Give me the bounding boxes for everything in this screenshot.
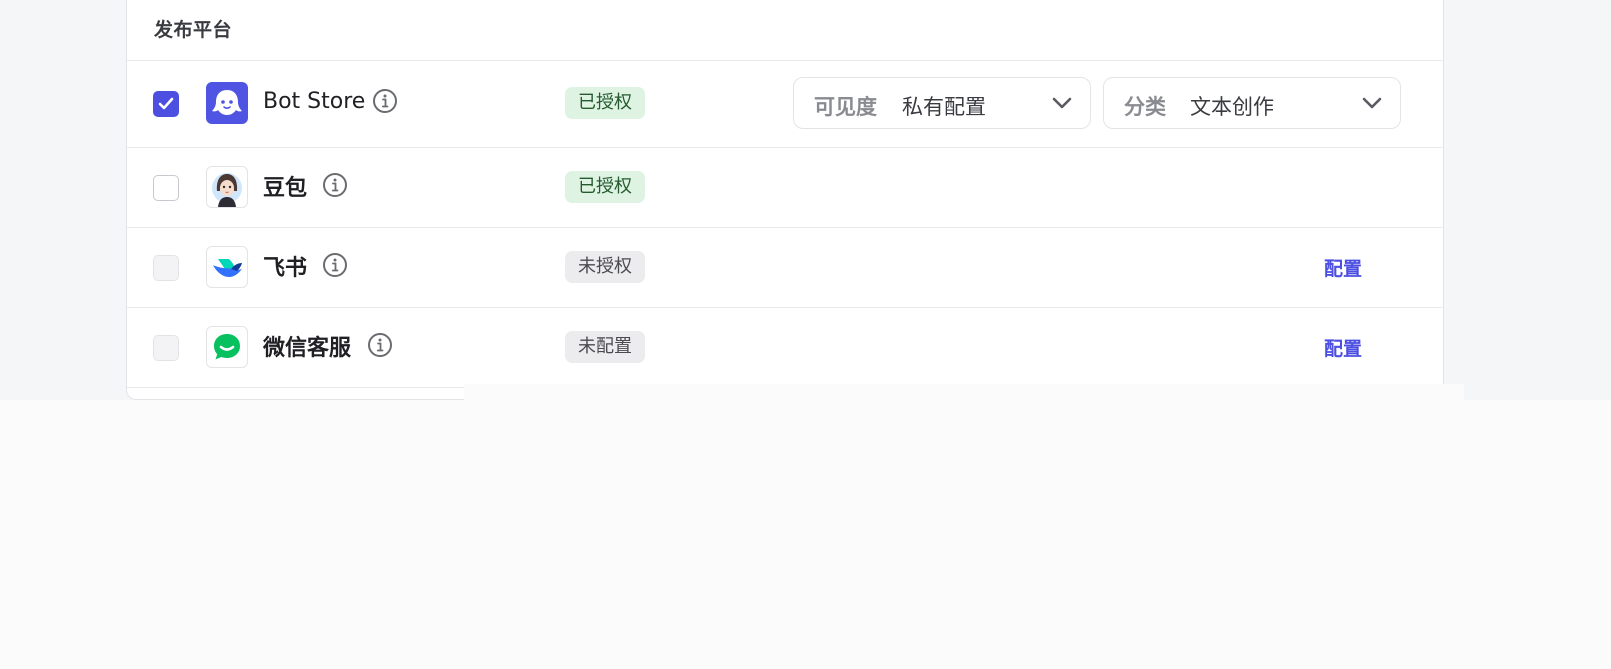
category-label: 分类: [1124, 95, 1166, 119]
platform-name: Bot Store: [263, 89, 366, 114]
status-badge: 已授权: [565, 171, 645, 203]
configure-link[interactable]: 配置: [1324, 254, 1362, 281]
doubao-checkbox[interactable]: [153, 175, 179, 201]
platform-row-feishu: 飞书 未授权 配置: [127, 227, 1443, 307]
platform-row-doubao: 豆包 已授权: [127, 147, 1443, 227]
status-badge: 已授权: [565, 87, 645, 119]
section-title: 发布平台: [154, 19, 233, 41]
wechat-kf-checkbox: [153, 335, 179, 361]
bot-store-checkbox[interactable]: [153, 91, 179, 117]
info-circle-icon[interactable]: [322, 172, 348, 198]
visibility-value: 私有配置: [902, 95, 986, 119]
check-icon: [158, 97, 174, 110]
platform-name: 豆包: [263, 176, 308, 201]
platform-row-bot-store: Bot Store 已授权 可见度 私有配置 分类 文本创作: [127, 60, 1443, 147]
platform-row-wechat-kf: 微信客服 未配置 配置: [127, 307, 1443, 387]
platform-name: 微信客服: [263, 336, 352, 361]
page-lower-area: [0, 400, 1611, 669]
chevron-down-icon: [1052, 97, 1072, 109]
info-circle-icon[interactable]: [372, 88, 398, 114]
status-badge: 未授权: [565, 251, 645, 283]
info-circle-icon[interactable]: [367, 332, 393, 358]
publish-platform-card: 发布平台 Bot Store 已授权 可见度 私有配置 分类 文本创作 豆包 已…: [126, 0, 1444, 400]
configure-link[interactable]: 配置: [1324, 334, 1362, 361]
info-circle-icon[interactable]: [322, 252, 348, 278]
page-lower-area-overlap: [464, 384, 1464, 414]
category-value: 文本创作: [1190, 95, 1274, 119]
doubao-avatar-icon: [206, 166, 248, 208]
chevron-down-icon: [1362, 97, 1382, 109]
category-select[interactable]: 分类 文本创作: [1103, 77, 1401, 129]
feishu-checkbox: [153, 255, 179, 281]
platform-name: 飞书: [263, 256, 308, 281]
visibility-select[interactable]: 可见度 私有配置: [793, 77, 1091, 129]
status-badge: 未配置: [565, 331, 645, 363]
wechat-customer-service-icon: [206, 326, 248, 368]
feishu-bird-icon: [206, 246, 248, 288]
bot-store-logo-icon: [206, 82, 248, 124]
visibility-label: 可见度: [814, 95, 877, 119]
